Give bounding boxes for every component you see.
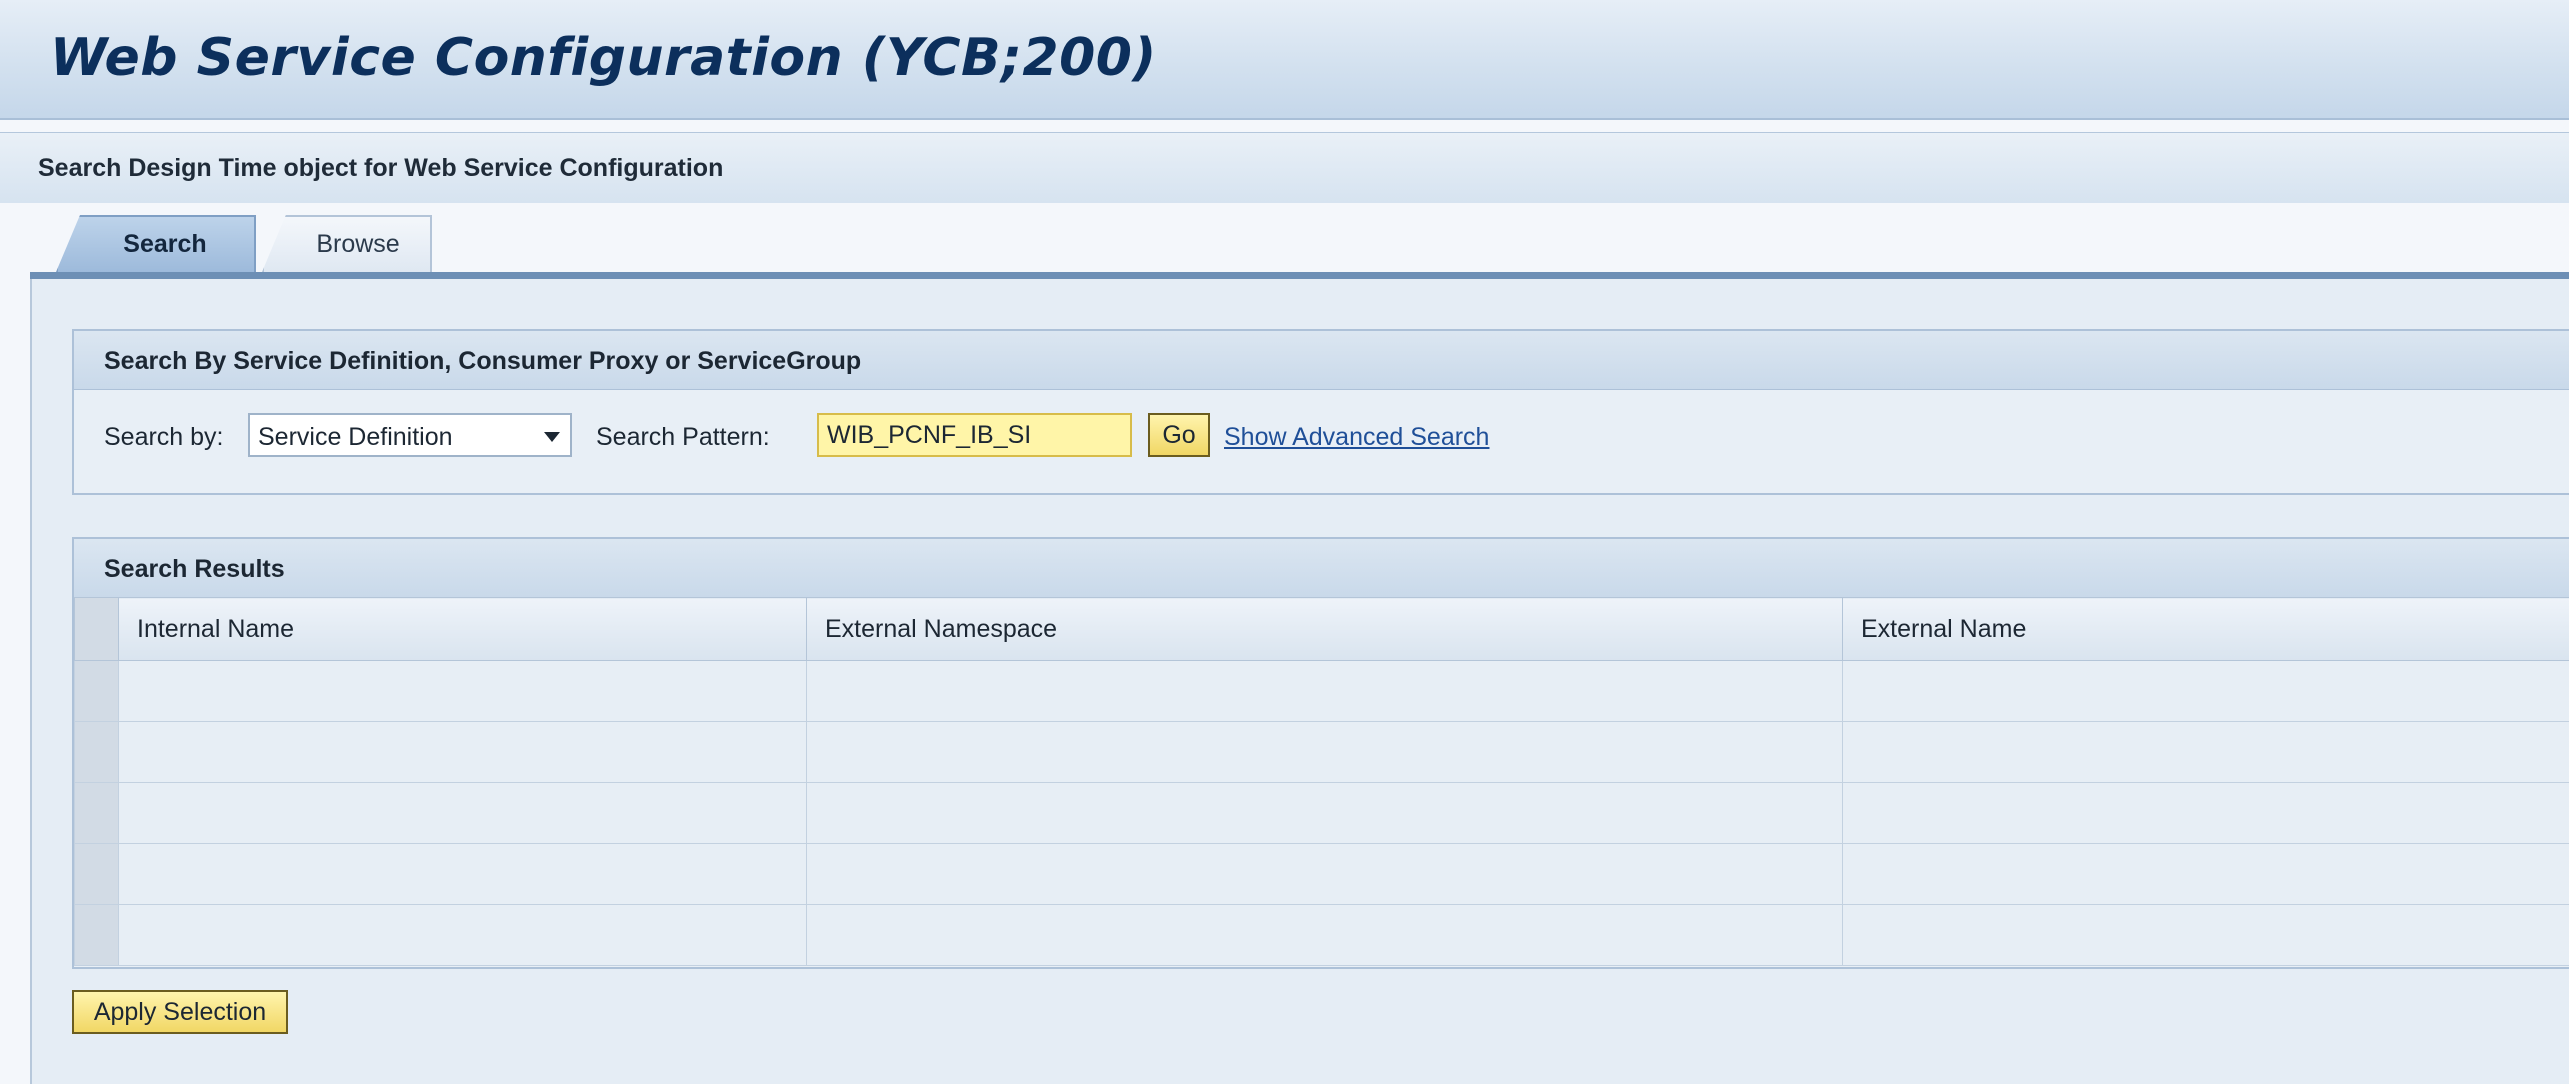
- show-advanced-search-link[interactable]: Show Advanced Search: [1224, 423, 1489, 452]
- search-panel-header: Search By Service Definition, Consumer P…: [74, 331, 2569, 390]
- table-cell: [118, 843, 807, 905]
- column-header-external-namespace[interactable]: External Namespace: [806, 597, 1843, 661]
- table-cell: [1842, 721, 2569, 783]
- subtitle-bar: Search Design Time object for Web Servic…: [0, 132, 2569, 204]
- table-cell: [806, 721, 1843, 783]
- search-by-value: Service Definition: [258, 423, 453, 451]
- row-selector[interactable]: [74, 782, 119, 844]
- column-header-external-name[interactable]: External Name: [1842, 597, 2569, 661]
- table-row[interactable]: [74, 660, 2569, 722]
- search-panel-title: Search By Service Definition, Consumer P…: [104, 347, 862, 375]
- search-pattern-input[interactable]: [817, 413, 1132, 457]
- go-button[interactable]: Go: [1148, 413, 1210, 457]
- row-selector[interactable]: [74, 904, 119, 966]
- apply-selection-button[interactable]: Apply Selection: [72, 990, 288, 1034]
- table-header-row: Internal Name External Namespace Externa…: [74, 597, 2569, 661]
- select-all-cell[interactable]: [74, 597, 119, 661]
- results-panel-title: Search Results: [104, 555, 285, 583]
- tab-search[interactable]: Search: [56, 215, 256, 272]
- search-results-table: Internal Name External Namespace Externa…: [74, 597, 2569, 966]
- table-cell: [118, 660, 807, 722]
- tab-underline: [30, 272, 2569, 279]
- search-row: Search by: Service Definition Search Pat…: [104, 413, 1704, 459]
- row-selector[interactable]: [74, 843, 119, 905]
- title-bar: Web Service Configuration (YCB;200): [0, 0, 2569, 120]
- table-cell: [1842, 782, 2569, 844]
- table-row[interactable]: [74, 904, 2569, 966]
- table-cell: [806, 904, 1843, 966]
- table-cell: [806, 660, 1843, 722]
- table-cell: [806, 782, 1843, 844]
- column-header-internal-name[interactable]: Internal Name: [118, 597, 807, 661]
- table-cell: [1842, 660, 2569, 722]
- search-by-label: Search by:: [104, 423, 224, 451]
- search-by-dropdown[interactable]: Service Definition: [248, 413, 572, 457]
- table-cell: [118, 721, 807, 783]
- results-panel-header: Search Results: [74, 539, 2569, 598]
- row-selector[interactable]: [74, 660, 119, 722]
- table-cell: [806, 843, 1843, 905]
- main-content: Search By Service Definition, Consumer P…: [30, 279, 2569, 1084]
- page-subtitle: Search Design Time object for Web Servic…: [38, 154, 724, 182]
- row-selector[interactable]: [74, 721, 119, 783]
- table-cell: [1842, 843, 2569, 905]
- table-row[interactable]: [74, 782, 2569, 844]
- search-criteria-panel: Search By Service Definition, Consumer P…: [72, 329, 2569, 495]
- chevron-down-icon[interactable]: [544, 432, 560, 442]
- table-row[interactable]: [74, 721, 2569, 783]
- table-row[interactable]: [74, 843, 2569, 905]
- tab-browse[interactable]: Browse: [262, 215, 432, 272]
- table-cell: [1842, 904, 2569, 966]
- sap-web-service-config-page: Web Service Configuration (YCB;200) Sear…: [0, 0, 2569, 1084]
- search-pattern-label: Search Pattern:: [596, 423, 770, 451]
- search-results-panel: Search Results Internal Name External Na…: [72, 537, 2569, 969]
- page-title: Web Service Configuration (YCB;200): [50, 28, 1157, 88]
- table-cell: [118, 782, 807, 844]
- table-cell: [118, 904, 807, 966]
